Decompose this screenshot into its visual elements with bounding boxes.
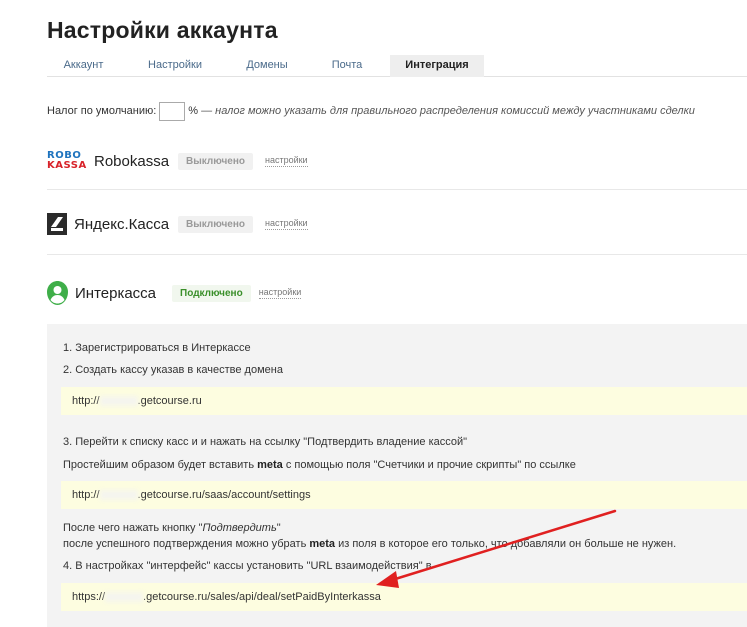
interaction-url-box[interactable]: https:// .getcourse.ru/sales/api/deal/set… [61, 583, 747, 611]
after-text-pre: после успешного подтверждения можно убра… [63, 538, 310, 550]
settings-link[interactable]: настройки [264, 218, 308, 230]
provider-name: Яндекс.Касса [74, 215, 170, 233]
tab-settings[interactable]: Настройки [120, 55, 230, 77]
redacted-subdomain [99, 396, 138, 407]
settings-link[interactable]: настройки [264, 155, 308, 167]
status-badge: Подключено [172, 284, 251, 302]
status-badge: Выключено [178, 215, 253, 233]
divider [47, 189, 747, 190]
url-suffix: .getcourse.ru/saas/account/settings [137, 489, 311, 501]
domain-url-box[interactable]: http:// .getcourse.ru [61, 387, 747, 415]
confirm-button-name: Подтвердить [202, 522, 277, 534]
confirm-instruction: После чего нажать кнопку "Подтвердить" [63, 522, 281, 534]
interkassa-instructions: 1. Зарегистрироваться в Интеркассе 2. Со… [47, 324, 747, 627]
settings-url-box[interactable]: http:// .getcourse.ru/saas/account/settin… [61, 481, 747, 509]
tab-mail[interactable]: Почта [304, 55, 390, 77]
confirm-text-post: " [276, 522, 281, 534]
tax-label: Налог по умолчанию: [47, 105, 157, 117]
default-tax-row: Налог по умолчанию: % — налог можно указ… [47, 101, 695, 121]
page-title: Настройки аккаунта [47, 17, 278, 43]
step-1: 1. Зарегистрироваться в Интеркассе [63, 342, 251, 354]
meta-instruction: Простейшим образом будет вставить meta с… [63, 459, 576, 471]
robokassa-logo-bottom: KASSA [47, 160, 87, 171]
url-suffix: .getcourse.ru [137, 395, 202, 407]
redacted-subdomain [105, 592, 144, 603]
meta-keyword: meta [257, 459, 283, 471]
tab-domains[interactable]: Домены [230, 55, 304, 77]
interkassa-logo-icon [47, 281, 68, 305]
provider-yandex-kassa: Яндекс.Касса Выключено настройки [47, 212, 308, 236]
tax-note: — налог можно указать для правильного ра… [201, 105, 695, 117]
provider-name: Robokassa [94, 152, 170, 170]
robokassa-logo-icon: ROBO KASSA [47, 149, 88, 173]
url-prefix: https:// [72, 591, 106, 603]
tab-integration[interactable]: Интеграция [390, 55, 484, 77]
url-prefix: http:// [72, 395, 100, 407]
step-4: 4. В настройках "интерфейс" кассы устано… [63, 560, 432, 572]
provider-interkassa: Интеркасса Подключено настройки [47, 280, 302, 306]
url-prefix: http:// [72, 489, 100, 501]
redacted-subdomain [99, 490, 138, 501]
settings-tabs: Аккаунт Настройки Домены Почта Интеграци… [47, 55, 747, 77]
tax-percent: % [188, 105, 199, 117]
after-confirm-instruction: после успешного подтверждения можно убра… [63, 538, 676, 550]
after-text-post: из поля в которое его только, что добавл… [335, 538, 677, 550]
tab-account[interactable]: Аккаунт [47, 55, 120, 77]
step-3: 3. Перейти к списку касс и и нажать на с… [63, 436, 468, 448]
provider-robokassa: ROBO KASSA Robokassa Выключено настройки [47, 149, 308, 173]
confirm-text-pre: После чего нажать кнопку " [63, 522, 203, 534]
meta-keyword: meta [309, 538, 336, 550]
url-suffix: .getcourse.ru/sales/api/deal/setPaidByIn… [143, 591, 381, 603]
status-badge: Выключено [178, 152, 253, 170]
meta-text-pre: Простейшим образом будет вставить [63, 459, 258, 471]
settings-link[interactable]: настройки [258, 287, 302, 299]
tax-input[interactable] [159, 101, 186, 121]
divider [47, 254, 747, 255]
step-2: 2. Создать кассу указав в качестве домен… [63, 364, 283, 376]
meta-text-post: с помощью поля "Счетчики и прочие скрипт… [282, 459, 576, 471]
provider-name: Интеркасса [75, 284, 157, 302]
yandex-kassa-logo-icon [47, 213, 67, 235]
